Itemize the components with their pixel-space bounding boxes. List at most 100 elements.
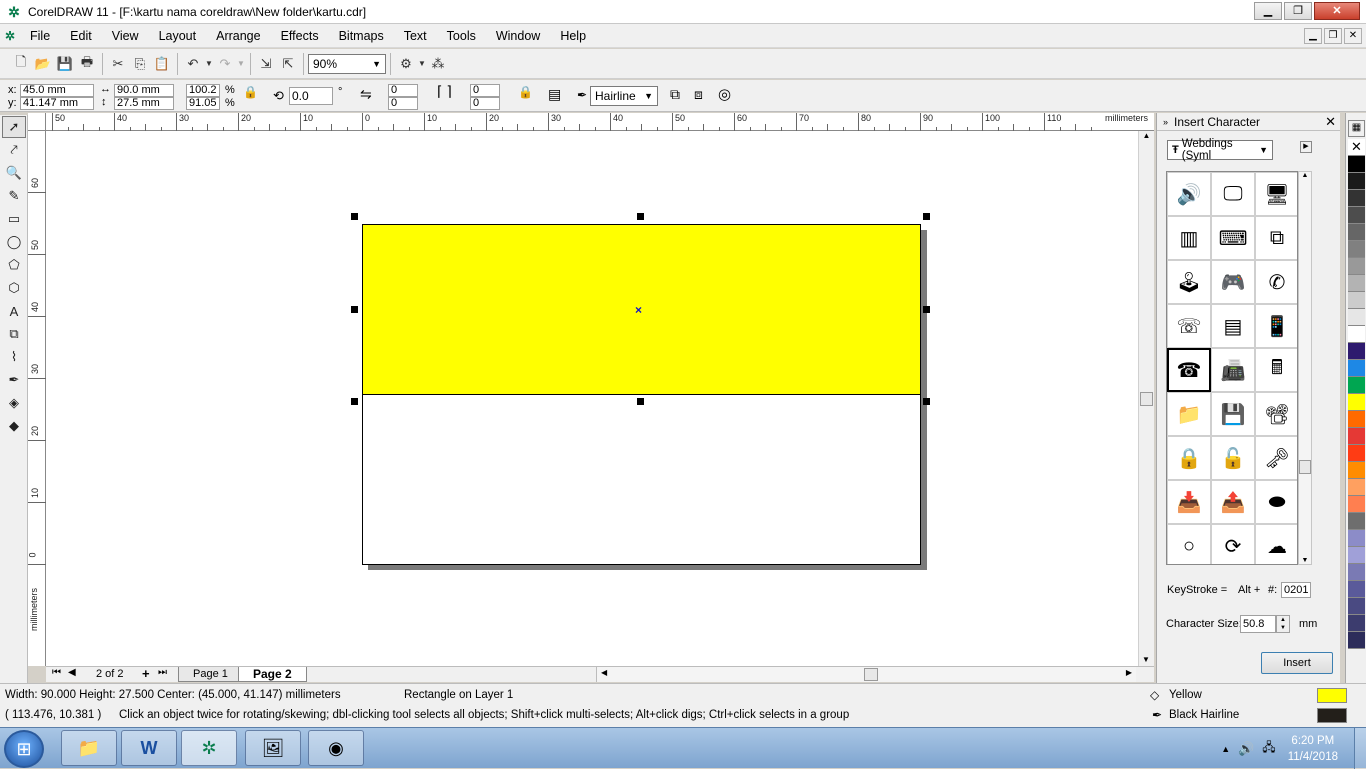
keyboard-glyph[interactable]: ⌨ bbox=[1211, 216, 1255, 260]
palette-swatch[interactable] bbox=[1348, 360, 1365, 377]
selection-handle-bottom-middle[interactable] bbox=[637, 398, 644, 405]
palette-swatch[interactable] bbox=[1348, 394, 1365, 411]
character-size-field[interactable]: 50.8 bbox=[1240, 615, 1276, 633]
speaker-glyph[interactable]: 🔊 bbox=[1167, 172, 1211, 216]
corel-online-icon[interactable]: ⁂ bbox=[427, 53, 449, 75]
font-dropdown[interactable]: Ŧ Webdings (Syml ▼ bbox=[1167, 138, 1273, 162]
character-grid[interactable]: 🔊 🖵 🖥 ▥ ⌨ ⧉ 🕹 🎮 ✆ ☏ ▤ 📱 ☎ 📠 🖩 📁 💾 📽 🔒 🔓 … bbox=[1166, 171, 1298, 565]
gamepad-glyph[interactable]: 🎮 bbox=[1211, 260, 1255, 304]
palette-swatch[interactable] bbox=[1348, 530, 1365, 547]
redo-dropdown-icon[interactable]: ▼ bbox=[236, 53, 246, 75]
minimize-button[interactable]: ▁ bbox=[1254, 2, 1282, 20]
scale-x-field[interactable]: 100.2 bbox=[186, 84, 220, 97]
x-position-field[interactable]: 45.0 mm bbox=[20, 84, 94, 97]
character-grid-scroll-thumb[interactable] bbox=[1299, 460, 1311, 474]
palette-swatch[interactable] bbox=[1348, 190, 1365, 207]
width-field[interactable]: 90.0 mm bbox=[114, 84, 174, 97]
clock[interactable]: 6:20 PM 11/4/2018 bbox=[1288, 733, 1338, 765]
menu-layout[interactable]: Layout bbox=[149, 29, 207, 43]
start-button-windows-icon[interactable]: ⊞ bbox=[4, 730, 44, 768]
horizontal-scrollbar[interactable]: ◀ ▶ bbox=[596, 667, 1136, 682]
rotation-angle-field[interactable]: 0.0 bbox=[289, 87, 333, 105]
cloud-glyph[interactable]: ☁ bbox=[1255, 524, 1297, 564]
ellipse-tool-icon[interactable]: ◯ bbox=[2, 231, 26, 253]
file-explorer-taskbar-icon[interactable]: 📁 bbox=[61, 730, 117, 766]
rotate-arrow-glyph[interactable]: ⟳ bbox=[1211, 524, 1255, 564]
menu-edit[interactable]: Edit bbox=[60, 29, 102, 43]
paste-icon[interactable]: 📋 bbox=[151, 53, 173, 75]
menu-bitmaps[interactable]: Bitmaps bbox=[329, 29, 394, 43]
size-spinner-icon[interactable]: ▲ ▼ bbox=[1276, 615, 1290, 633]
docker-expand-icon[interactable]: » bbox=[1163, 117, 1168, 127]
tab-page-2[interactable]: Page 2 bbox=[238, 667, 307, 682]
hole-glyph[interactable]: ⬬ bbox=[1255, 480, 1297, 524]
palette-swatch[interactable] bbox=[1348, 513, 1365, 530]
scroll-up-icon[interactable]: ▲ bbox=[1139, 131, 1154, 140]
print-icon[interactable]: 🖶 bbox=[76, 53, 98, 75]
floppy-disk-glyph[interactable]: 💾 bbox=[1211, 392, 1255, 436]
selection-handle-middle-right[interactable] bbox=[923, 306, 930, 313]
mirror-horizontal-icon[interactable]: ⇋ bbox=[360, 86, 372, 103]
show-hidden-icons-icon[interactable]: ▲ bbox=[1221, 744, 1230, 754]
no-fill-swatch[interactable]: ✕ bbox=[1348, 139, 1365, 156]
drawing-canvas[interactable]: × bbox=[46, 131, 1138, 666]
palette-options-icon[interactable]: ▦ bbox=[1348, 120, 1365, 137]
redo-icon[interactable]: ↷ bbox=[214, 53, 236, 75]
undo-icon[interactable]: ↶ bbox=[182, 53, 204, 75]
palette-swatch[interactable] bbox=[1348, 275, 1365, 292]
copy-icon[interactable]: ⎘ bbox=[129, 53, 151, 75]
menu-view[interactable]: View bbox=[102, 29, 149, 43]
corner-roundness-top-left[interactable]: 0 bbox=[388, 84, 418, 97]
photo-viewer-taskbar-icon[interactable]: 🖼 bbox=[245, 730, 301, 766]
new-icon[interactable]: 🗋 bbox=[10, 53, 32, 75]
pick-tool-icon[interactable]: ➚ bbox=[2, 116, 26, 138]
fax-glyph[interactable]: 📠 bbox=[1211, 348, 1255, 392]
palette-swatch[interactable] bbox=[1348, 411, 1365, 428]
add-page-icon[interactable]: + bbox=[142, 666, 150, 681]
lock-ratio-icon[interactable]: 🔒 bbox=[243, 85, 258, 99]
launcher-dropdown-icon[interactable]: ▼ bbox=[417, 53, 427, 75]
previous-page-icon[interactable]: ◀ bbox=[68, 667, 76, 678]
palette-swatch[interactable] bbox=[1348, 598, 1365, 615]
close-button[interactable]: ✕ bbox=[1314, 2, 1360, 20]
computer-glyph[interactable]: 🖥 bbox=[1255, 172, 1297, 216]
selection-handle-middle-left[interactable] bbox=[351, 306, 358, 313]
palette-swatch[interactable] bbox=[1348, 258, 1365, 275]
palette-swatch[interactable] bbox=[1348, 581, 1365, 598]
scroll-right-icon[interactable]: ▶ bbox=[1126, 668, 1132, 677]
modem-glyph[interactable]: ▤ bbox=[1211, 304, 1255, 348]
scroll-down-icon[interactable]: ▼ bbox=[1139, 655, 1153, 664]
open-icon[interactable]: 📂 bbox=[32, 53, 54, 75]
coreldraw-app-icon[interactable]: ✲ bbox=[6, 4, 22, 20]
palette-swatch[interactable] bbox=[1348, 547, 1365, 564]
cut-icon[interactable]: ✂ bbox=[107, 53, 129, 75]
doc-restore-button[interactable]: ❐ bbox=[1324, 28, 1342, 44]
calculator-glyph[interactable]: 🖩 bbox=[1255, 348, 1297, 392]
horizontal-scroll-thumb[interactable] bbox=[864, 668, 878, 681]
rotation-center-marker-icon[interactable]: × bbox=[635, 303, 642, 317]
rectangle-tool-icon[interactable]: ▭ bbox=[2, 208, 26, 230]
vertical-scroll-thumb[interactable] bbox=[1140, 392, 1153, 406]
menu-help[interactable]: Help bbox=[550, 29, 596, 43]
menu-effects[interactable]: Effects bbox=[271, 29, 329, 43]
palette-swatch[interactable] bbox=[1348, 445, 1365, 462]
docker-close-icon[interactable]: ✕ bbox=[1325, 114, 1336, 130]
character-grid-scrollbar[interactable]: ▲ ▼ bbox=[1298, 171, 1312, 565]
corner-roundness-bottom-left[interactable]: 0 bbox=[388, 97, 418, 110]
selection-handle-top-middle[interactable] bbox=[637, 213, 644, 220]
height-field[interactable]: 27.5 mm bbox=[114, 97, 174, 110]
selection-handle-bottom-left[interactable] bbox=[351, 398, 358, 405]
palette-swatch[interactable] bbox=[1348, 173, 1365, 190]
corner-roundness-top-right[interactable]: 0 bbox=[470, 84, 500, 97]
palette-swatch[interactable] bbox=[1348, 564, 1365, 581]
outline-width-dropdown[interactable]: Hairline ▼ bbox=[590, 86, 658, 106]
fill-color-swatch[interactable] bbox=[1317, 688, 1347, 703]
unlock-glyph[interactable]: 🔓 bbox=[1211, 436, 1255, 480]
round-corners-lock-icon[interactable]: 🔒 bbox=[518, 85, 533, 99]
eyedropper-tool-icon[interactable]: ⌇ bbox=[2, 346, 26, 368]
fill-tool-icon[interactable]: ◈ bbox=[2, 392, 26, 414]
doc-minimize-button[interactable]: ▁ bbox=[1304, 28, 1322, 44]
lock-glyph[interactable]: 🔒 bbox=[1167, 436, 1211, 480]
polygon-tool-icon[interactable]: ⬠ bbox=[2, 254, 26, 276]
joystick-glyph[interactable]: 🕹 bbox=[1167, 260, 1211, 304]
